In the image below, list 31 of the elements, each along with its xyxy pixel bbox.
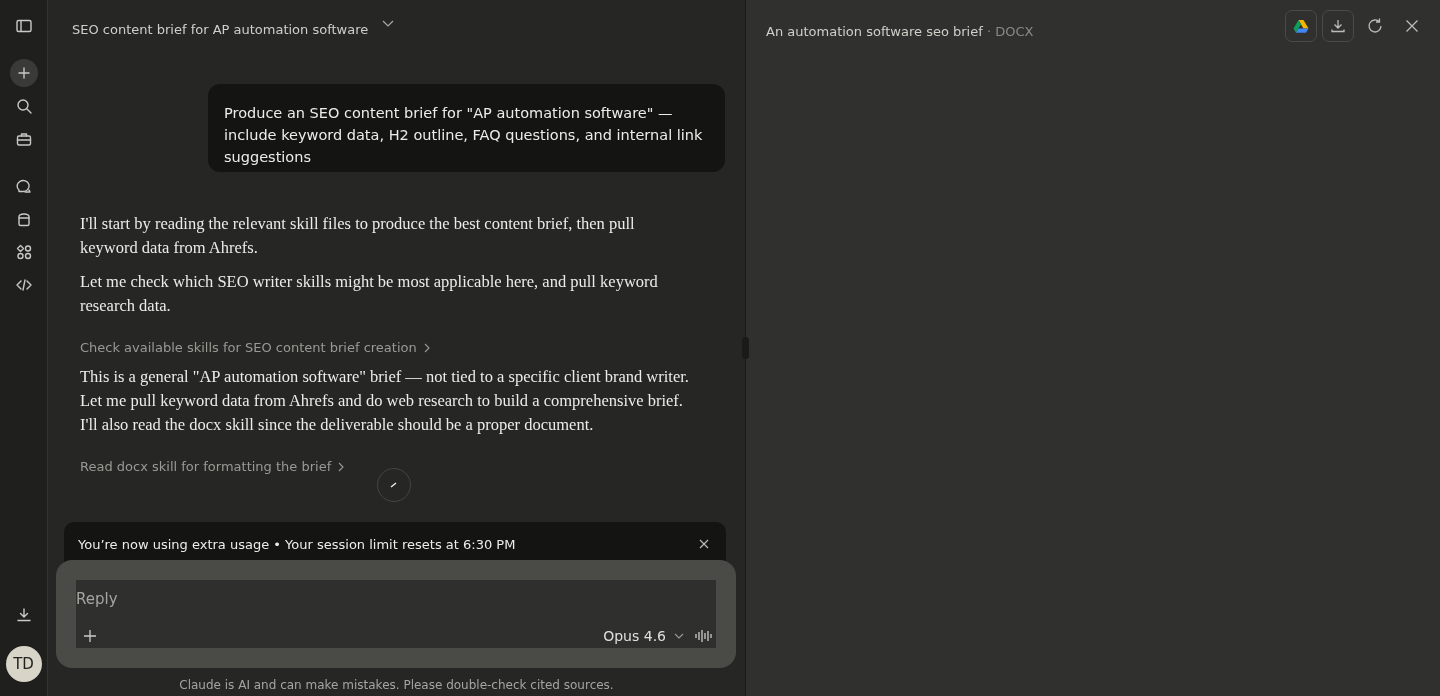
assistant-message: I'll start by reading the relevant skill files to produce the best content brief, then pull keyword data from Ahrefs. (80, 213, 636, 259)
plus-icon[interactable] (82, 628, 98, 644)
download-icon (14, 606, 33, 624)
plus-button[interactable] (9, 59, 38, 87)
chat-title[interactable]: SEO content brief for AP automation software (72, 22, 369, 37)
refresh-icon (1366, 17, 1384, 35)
drive-icon (1292, 17, 1310, 35)
search-icon (14, 97, 33, 115)
assistant-message: This is a general "AP automation software" brief — not tied to a specific client brand writer. Let me pull keyword data from Ahrefs and do web research to build a comprehensive brief. I'll also read the docx skill since the deliverable should be a proper document. (80, 366, 690, 436)
reply-field[interactable]: Reply Opus 4.6 (76, 580, 716, 648)
chevron-right-icon (422, 342, 431, 353)
drive-button[interactable] (1285, 10, 1317, 42)
tool-step-link[interactable]: Check available skills for SEO content brief creation (80, 340, 417, 355)
chevron-right-icon (337, 461, 346, 472)
download-button[interactable] (1322, 10, 1354, 42)
apps-grid-icon (14, 243, 33, 261)
disclaimer-text: Claude is AI and can make mistakes. Please double-check cited sources. (178, 677, 615, 694)
tool-step-link[interactable]: Read docx skill for formatting the brief (80, 459, 332, 474)
model-selector[interactable]: Opus 4.6 (603, 628, 684, 644)
user-message: Produce an SEO content brief for "AP automation software" — include keyword data, H2 outline, FAQ questions, and internal link suggestions (208, 84, 725, 172)
chevron-down-icon[interactable] (382, 20, 395, 28)
user-avatar[interactable]: TD (5, 646, 42, 682)
sidebar-toggle-icon (14, 17, 33, 35)
voice-waveform-icon[interactable] (694, 628, 714, 644)
chat-bubble-icon (14, 177, 33, 195)
assistant-message: Let me check which SEO writer skills might be most applicable here, and pull keyword research data. (80, 271, 659, 317)
document-title: An automation software seo brief · DOCX (766, 24, 1034, 39)
download-icon (1329, 17, 1347, 35)
chevron-down-icon (674, 633, 684, 639)
banner-text: You’re now using extra usage • Your session limit resets at 6:30 PM (78, 536, 516, 552)
briefcase-icon (14, 130, 33, 148)
